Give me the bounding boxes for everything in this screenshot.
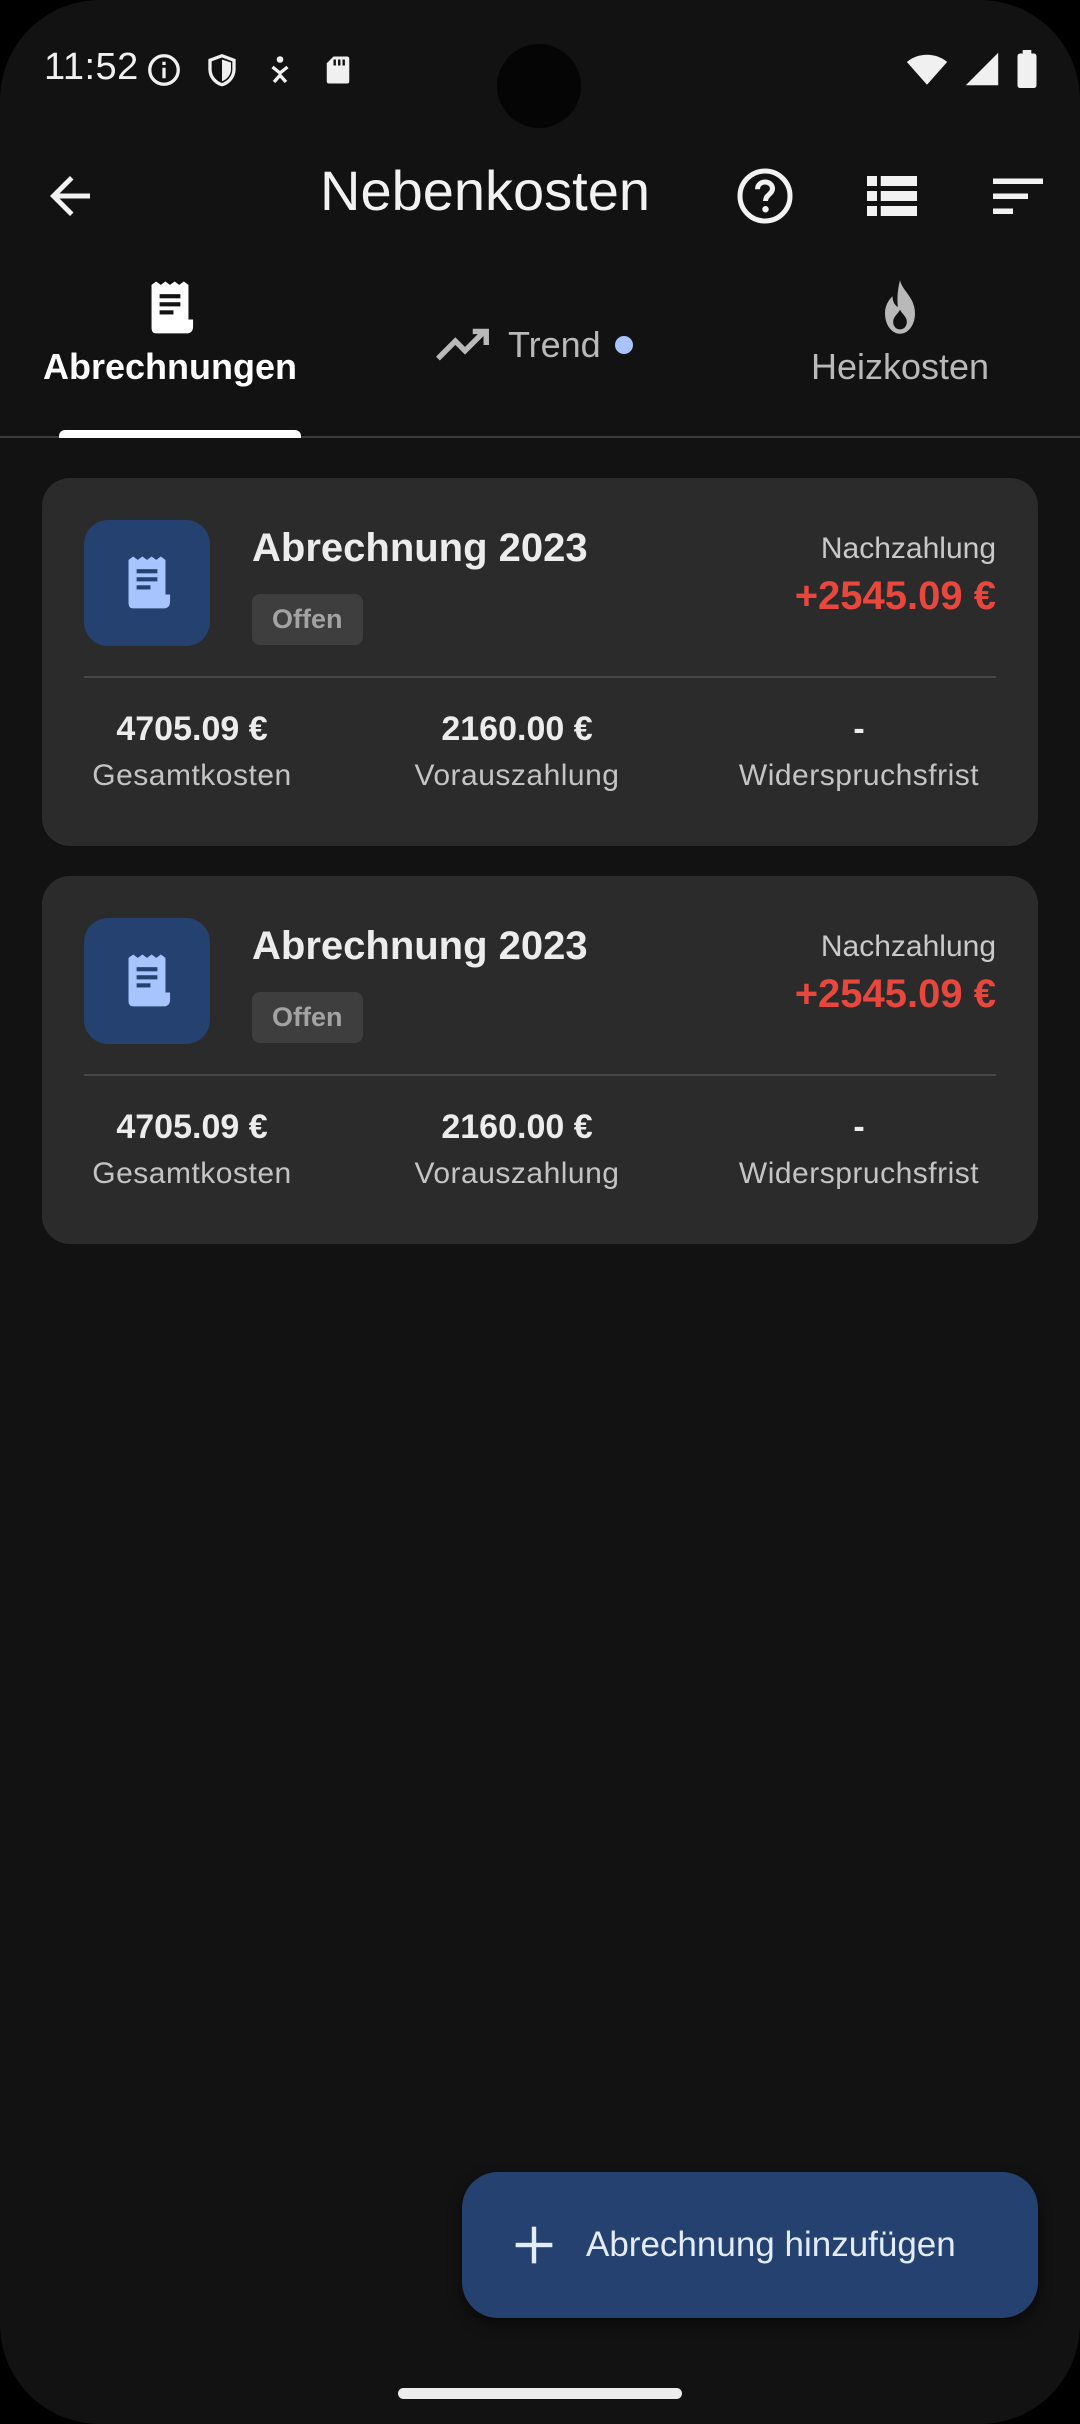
status-icons-left xyxy=(146,52,356,88)
tab-label: Trend xyxy=(508,324,601,365)
status-badge: Offen xyxy=(252,992,363,1043)
tab-label: Abrechnungen xyxy=(42,346,297,387)
card-divider xyxy=(84,676,996,678)
stat-value: 2160.00 € xyxy=(441,710,593,748)
help-button[interactable] xyxy=(735,166,795,226)
info-icon xyxy=(148,54,180,86)
tab-abrechnungen[interactable]: Abrechnungen xyxy=(40,278,300,388)
plus-icon xyxy=(515,2226,553,2264)
stat-label: Gesamtkosten xyxy=(92,1157,292,1190)
tab-heizkosten[interactable]: Heizkosten xyxy=(790,278,1010,388)
result-label: Nachzahlung xyxy=(820,930,996,963)
card-divider xyxy=(84,1074,996,1076)
stat-total-costs: 4705.09 € Gesamtkosten xyxy=(84,1108,300,1191)
stat-value: - xyxy=(853,710,865,748)
view-list-icon xyxy=(867,176,917,216)
stat-prepayment: 2160.00 € Vorauszahlung xyxy=(394,710,640,793)
new-indicator-dot xyxy=(614,336,633,354)
sort-button[interactable] xyxy=(988,166,1048,226)
statement-card[interactable]: Abrechnung 2023 Offen Nachzahlung +2545.… xyxy=(42,876,1038,1244)
result-label: Nachzahlung xyxy=(820,532,996,565)
trending-up-icon xyxy=(436,328,489,361)
tab-indicator xyxy=(59,430,301,438)
stat-objection-deadline: - Widerspruchsfrist xyxy=(722,1108,996,1191)
sort-icon xyxy=(993,178,1043,214)
statement-title: Abrechnung 2023 xyxy=(252,526,588,570)
status-time: 11:52 xyxy=(44,46,139,88)
stat-label: Widerspruchsfrist xyxy=(738,1157,980,1190)
tab-label: Heizkosten xyxy=(810,346,990,387)
page-title: Nebenkosten xyxy=(320,159,651,222)
back-button[interactable] xyxy=(40,166,100,226)
app-bar: Nebenkosten xyxy=(0,140,1080,250)
flame-icon xyxy=(885,280,915,334)
stat-objection-deadline: - Widerspruchsfrist xyxy=(722,710,996,793)
shield-icon xyxy=(208,53,236,87)
stat-label: Vorauszahlung xyxy=(414,1157,620,1190)
help-icon xyxy=(737,168,793,224)
receipt-icon xyxy=(151,281,194,334)
battery-icon xyxy=(1017,50,1037,88)
result-amount: +2545.09 € xyxy=(794,574,996,618)
statement-icon-container xyxy=(84,918,210,1044)
tab-bar: Abrechnungen Trend Heizkosten xyxy=(0,260,1080,438)
statement-card[interactable]: Abrechnung 2023 Offen Nachzahlung +2545.… xyxy=(42,478,1038,846)
add-statement-button[interactable]: Abrechnung hinzufügen xyxy=(462,2172,1038,2318)
stat-label: Widerspruchsfrist xyxy=(738,759,980,792)
stat-value: 4705.09 € xyxy=(116,710,268,748)
status-badge: Offen xyxy=(252,594,363,645)
result-amount: +2545.09 € xyxy=(794,972,996,1016)
receipt-icon xyxy=(128,954,171,1007)
tab-trend[interactable]: Trend xyxy=(436,315,666,375)
stat-value: - xyxy=(853,1108,865,1146)
stat-total-costs: 4705.09 € Gesamtkosten xyxy=(84,710,300,793)
signal-icon xyxy=(965,52,999,86)
stat-value: 2160.00 € xyxy=(441,1108,593,1146)
arrow-back-icon xyxy=(50,176,90,216)
statement-title: Abrechnung 2023 xyxy=(252,924,588,968)
stat-label: Vorauszahlung xyxy=(414,759,620,792)
status-icons-right xyxy=(906,50,1038,88)
add-statement-label: Abrechnung hinzufügen xyxy=(586,2225,956,2264)
stat-prepayment: 2160.00 € Vorauszahlung xyxy=(394,1108,640,1191)
sd-card-icon xyxy=(326,56,350,84)
camera-cutout xyxy=(497,44,581,128)
stat-value: 4705.09 € xyxy=(116,1108,268,1146)
statement-icon-container xyxy=(84,520,210,646)
wifi-icon xyxy=(906,54,948,85)
stat-label: Gesamtkosten xyxy=(92,759,292,792)
status-bar: 11:52 xyxy=(0,0,1080,140)
list-view-button[interactable] xyxy=(862,166,922,226)
receipt-icon xyxy=(128,556,171,609)
device-screen: 11:52 Nebenkosten Abrechnungen Trend Hei… xyxy=(0,0,1080,2424)
home-indicator[interactable] xyxy=(398,2388,682,2399)
accessibility-icon xyxy=(271,56,289,84)
